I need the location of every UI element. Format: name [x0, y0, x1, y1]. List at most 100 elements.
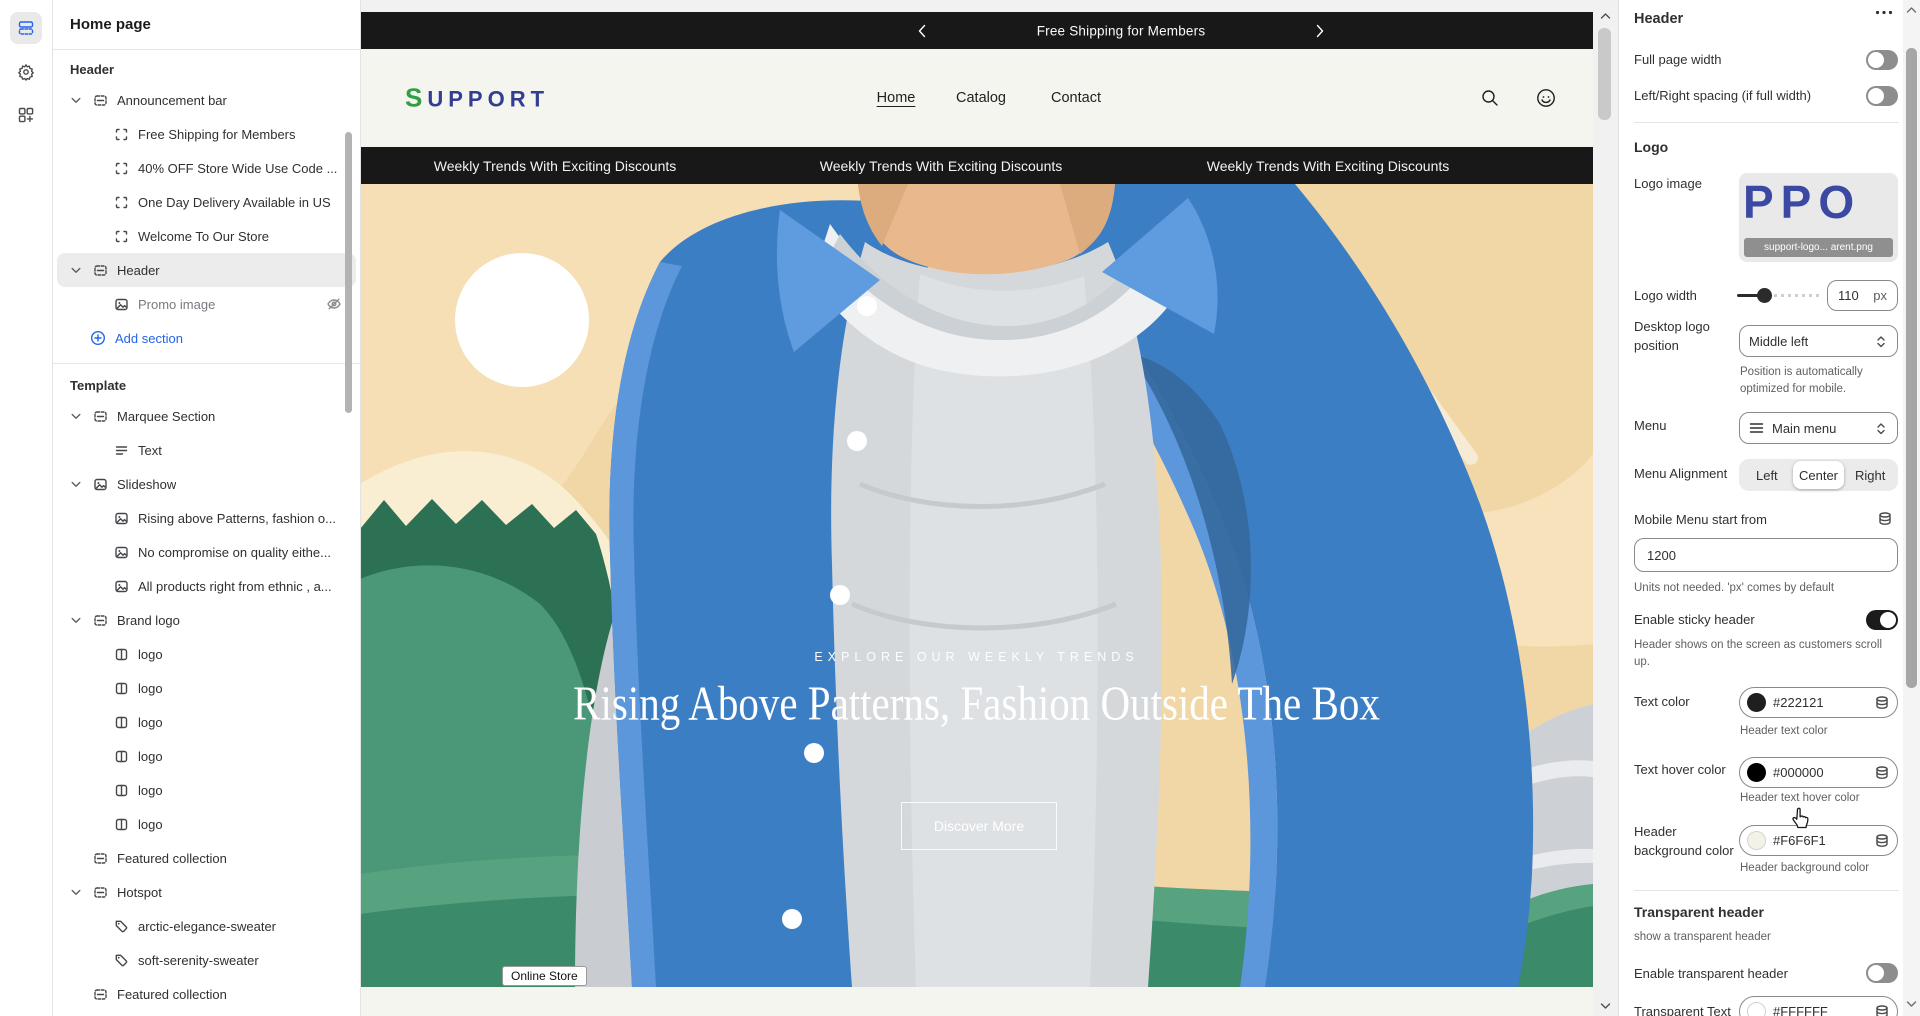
tree-item[interactable]: logo	[57, 739, 356, 773]
apps-icon	[17, 106, 35, 124]
scroll-up-icon[interactable]	[1600, 12, 1611, 20]
announcement-text: Free Shipping for Members	[1037, 23, 1206, 38]
search-icon[interactable]	[1479, 87, 1501, 109]
chevron-down-icon[interactable]	[71, 477, 93, 491]
logo-width-slider[interactable]	[1737, 288, 1823, 303]
full-page-width-toggle[interactable]	[1866, 50, 1898, 70]
header-bg-color-field[interactable]: #F6F6F1	[1739, 825, 1898, 856]
tree-item[interactable]: Marquee Section	[57, 399, 356, 433]
dynamic-source-icon[interactable]	[1874, 833, 1890, 849]
transparent-text-field[interactable]: #FFFFFF	[1739, 996, 1898, 1016]
divider	[1634, 890, 1899, 891]
eye-slash-icon[interactable]	[326, 296, 342, 312]
tree-item[interactable]: Featured collection	[57, 977, 356, 1011]
scroll-down-icon[interactable]	[1600, 1002, 1611, 1010]
tree-item[interactable]: One Day Delivery Available in US	[57, 185, 356, 219]
panel-scroll-down-icon[interactable]	[1906, 1000, 1917, 1008]
nav-link[interactable]: Catalog	[956, 90, 1006, 106]
tree-item[interactable]: logo	[57, 637, 356, 671]
text-hover-color-field[interactable]: #000000	[1739, 757, 1898, 788]
panel-scroll-up-icon[interactable]	[1906, 6, 1917, 14]
nav-link[interactable]: Contact	[1051, 90, 1101, 106]
alignment-left-option[interactable]: Left	[1741, 461, 1793, 489]
tag-icon	[114, 953, 129, 968]
group-label-header: Header	[53, 56, 360, 83]
tree-item[interactable]: Welcome To Our Store	[57, 219, 356, 253]
discover-more-button[interactable]: Discover More	[901, 802, 1057, 850]
text-color-field[interactable]: #222121	[1739, 687, 1898, 718]
dynamic-source-icon[interactable]	[1874, 695, 1890, 711]
section-icon	[93, 885, 108, 900]
tree-item[interactable]: Promo image	[57, 287, 356, 321]
sticky-header-toggle[interactable]	[1866, 610, 1898, 630]
divider	[1634, 122, 1899, 123]
tree-item[interactable]: logo	[57, 671, 356, 705]
tree-item[interactable]: Brand logo	[57, 603, 356, 637]
chevron-down-icon[interactable]	[71, 409, 93, 423]
desktop-logo-position-select[interactable]: Middle left	[1739, 325, 1898, 357]
tree-item[interactable]: Featured collection	[57, 841, 356, 875]
logo-width-label: Logo width	[1634, 288, 1697, 303]
dynamic-source-icon[interactable]	[1874, 1004, 1890, 1016]
slider-knob[interactable]	[1757, 288, 1772, 303]
add-section-button[interactable]: Add section	[53, 321, 360, 355]
panel-scrollbar-thumb[interactable]	[1906, 48, 1917, 688]
lr-spacing-label: Left/Right spacing (if full width)	[1634, 88, 1811, 103]
mobile-menu-input[interactable]: 1200	[1634, 538, 1898, 572]
tree-item[interactable]: logo	[57, 807, 356, 841]
tree-item[interactable]: Header	[57, 253, 356, 287]
block-icon	[114, 127, 129, 142]
menu-label: Menu	[1634, 418, 1667, 433]
text-color-help: Header text color	[1740, 723, 1828, 740]
menu-alignment-segment: Left Center Right	[1739, 459, 1898, 491]
alignment-center-option[interactable]: Center	[1793, 461, 1845, 489]
tree-item[interactable]: arctic-elegance-sweater	[57, 909, 356, 943]
app-embeds-button[interactable]	[10, 99, 42, 131]
tree-item[interactable]: soft-serenity-sweater	[57, 943, 356, 977]
tree-item[interactable]: Announcement bar	[57, 83, 356, 117]
menu-select[interactable]: Main menu	[1739, 412, 1898, 444]
gear-icon	[17, 63, 35, 81]
sections-panel-button[interactable]	[10, 12, 42, 44]
tree-item[interactable]: No compromise on quality eithe...	[57, 535, 356, 569]
announcement-next-arrow-icon[interactable]	[1316, 24, 1325, 38]
alignment-right-option[interactable]: Right	[1844, 461, 1896, 489]
tree-item[interactable]: Free Shipping for Members	[57, 117, 356, 151]
nav-link[interactable]: Home	[877, 90, 916, 106]
color-swatch	[1747, 693, 1766, 712]
enable-transparent-toggle[interactable]	[1866, 963, 1898, 983]
account-icon[interactable]	[1535, 87, 1558, 110]
mobile-menu-label: Mobile Menu start from	[1634, 512, 1767, 527]
tree-item[interactable]: 40% OFF Store Wide Use Code ...	[57, 151, 356, 185]
dynamic-source-icon[interactable]	[1877, 511, 1893, 527]
tree-item[interactable]: All products right from ethnic , a...	[57, 569, 356, 603]
chevron-down-icon[interactable]	[71, 93, 93, 107]
dynamic-source-icon[interactable]	[1874, 765, 1890, 781]
text-color-label: Text color	[1634, 694, 1690, 709]
tree-item[interactable]: Hotspot	[57, 875, 356, 909]
columns-icon	[114, 715, 129, 730]
block-icon	[114, 229, 129, 244]
store-logo[interactable]: SUPPORT	[405, 83, 549, 114]
tree-item[interactable]: logo	[57, 705, 356, 739]
tree-item[interactable]: Rising above Patterns, fashion o...	[57, 501, 356, 535]
storefront-preview: Free Shipping for Members SUPPORT Home Ca…	[360, 12, 1593, 1016]
tree-item[interactable]: logo	[57, 773, 356, 807]
chevron-down-icon[interactable]	[71, 263, 93, 277]
tree-item[interactable]: Text	[57, 433, 356, 467]
tree-item[interactable]: Collections category	[57, 1011, 356, 1016]
preview-scrollbar-thumb[interactable]	[1598, 28, 1611, 120]
sidebar-scrollbar-thumb[interactable]	[345, 132, 352, 413]
announcement-prev-arrow-icon[interactable]	[918, 24, 927, 38]
chevron-down-icon[interactable]	[71, 885, 93, 899]
logo-image-thumbnail[interactable]: PPO support-logo... arent.png	[1739, 173, 1898, 262]
tag-icon	[114, 919, 129, 934]
logo-width-input[interactable]: 110px	[1827, 280, 1898, 311]
columns-icon	[114, 647, 129, 662]
theme-settings-button[interactable]	[10, 56, 42, 88]
tree-item[interactable]: Slideshow	[57, 467, 356, 501]
chevron-down-icon[interactable]	[71, 613, 93, 627]
more-options-icon[interactable]	[1875, 10, 1893, 15]
lr-spacing-toggle[interactable]	[1866, 86, 1898, 106]
image-icon	[114, 579, 129, 594]
